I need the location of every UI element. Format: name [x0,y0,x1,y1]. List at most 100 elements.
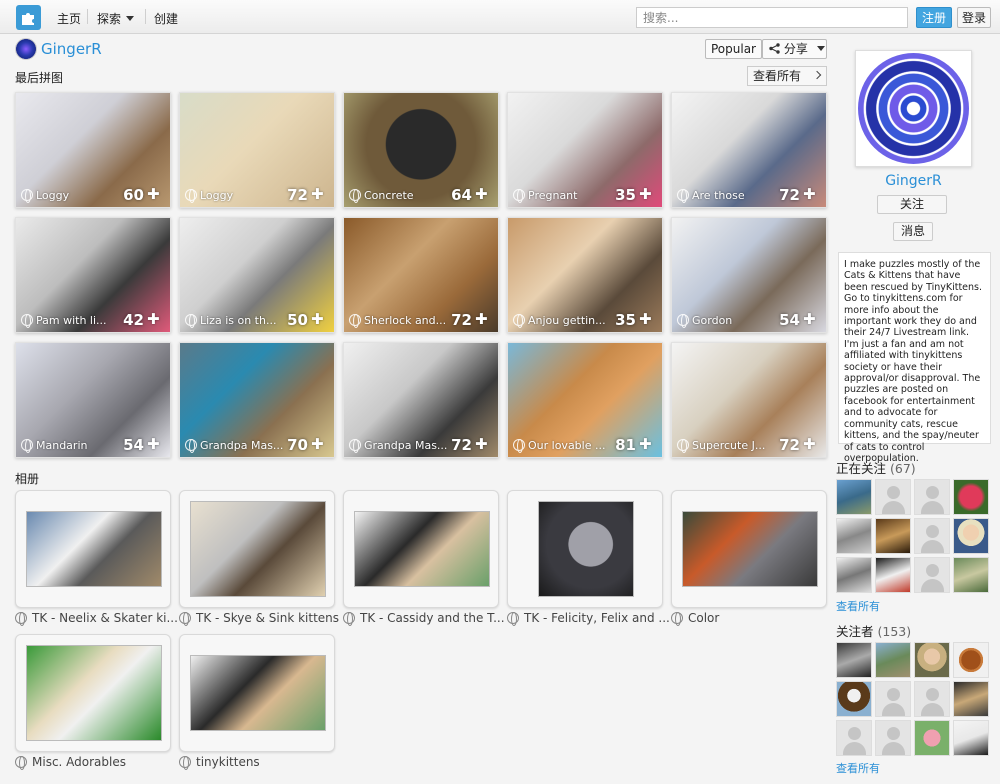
puzzle-tile[interactable]: Anjou gettin... 35 ✚ [507,217,663,333]
user-avatar[interactable] [953,720,989,756]
puzzle-tile[interactable]: Grandpa Mas... 72 ✚ [343,342,499,458]
album-label[interactable]: TK - Neelix & Skater ki... [15,611,178,626]
user-avatar[interactable] [875,479,911,515]
puzzle-piece-icon: ✚ [475,435,488,453]
album-label[interactable]: Color [671,611,719,626]
puzzle-tile[interactable]: Grandpa Mas... 70 ✚ [179,342,335,458]
followers-view-all-link[interactable]: 查看所有 [836,760,880,776]
puzzle-piece-icon: ✚ [311,310,324,328]
puzzle-title: Supercute J... [692,439,766,452]
puzzle-piece-icon: ✚ [639,310,652,328]
user-avatar[interactable] [836,720,872,756]
puzzle-title: Our lovable ... [528,439,606,452]
avatar[interactable] [15,38,37,60]
album-label[interactable]: TK - Cassidy and the T... [343,611,505,626]
user-avatar[interactable] [836,518,872,554]
album-card[interactable] [343,490,499,608]
puzzle-title: Are those [692,189,745,202]
puzzle-title: Sherlock and... [364,314,447,327]
puzzle-piece-icon: ✚ [311,435,324,453]
album-card[interactable] [507,490,663,608]
follow-button[interactable]: 关注 [877,195,947,214]
user-avatar[interactable] [953,557,989,593]
user-avatar[interactable] [953,518,989,554]
user-avatar[interactable] [953,642,989,678]
user-avatar[interactable] [953,681,989,717]
puzzle-piece-count: 54 [123,436,144,454]
user-avatar[interactable] [836,557,872,593]
puzzle-tile[interactable]: Gordon 54 ✚ [671,217,827,333]
user-avatar[interactable] [836,642,872,678]
puzzle-tile[interactable]: Pam with li... 42 ✚ [15,217,171,333]
user-avatar[interactable] [914,642,950,678]
puzzle-tile[interactable]: Concrete 64 ✚ [343,92,499,208]
puzzle-tile[interactable]: Liza is on th... 50 ✚ [179,217,335,333]
sidebar-username[interactable]: GingerR [855,173,972,189]
profile-username[interactable]: GingerR [41,40,102,58]
user-avatar[interactable] [953,479,989,515]
nav-explore-menu[interactable]: 探索 [97,10,135,27]
puzzle-tile[interactable]: Supercute J... 72 ✚ [671,342,827,458]
following-view-all-link[interactable]: 查看所有 [836,598,880,614]
albums-heading: 相册 [15,472,40,486]
share-label: 分享 [783,42,808,56]
globe-icon [185,439,197,453]
album-card[interactable] [671,490,827,608]
globe-icon [15,756,27,770]
album-label[interactable]: TK - Felicity, Felix and ... [507,611,670,626]
puzzle-tile[interactable]: Loggy 60 ✚ [15,92,171,208]
puzzle-piece-icon: ✚ [639,435,652,453]
user-avatar[interactable] [836,479,872,515]
user-avatar[interactable] [914,557,950,593]
login-button[interactable]: 登录 [957,7,991,28]
globe-icon [349,189,361,203]
album-label[interactable]: TK - Skye & Sink kittens [179,611,339,626]
view-all-puzzles-button[interactable]: 查看所有 [747,66,827,86]
jigsaw-logo-icon[interactable] [16,5,41,30]
nav-home-link[interactable]: 主页 [57,10,81,27]
album-card[interactable] [15,490,171,608]
globe-icon [349,439,361,453]
album-title: TK - Cassidy and the T... [360,611,505,625]
puzzle-piece-icon: ✚ [147,185,160,203]
album-cover-photo [26,645,162,741]
sort-popular-button[interactable]: Popular [705,39,762,59]
user-avatar[interactable] [875,518,911,554]
globe-icon [513,314,525,328]
nav-divider [145,9,146,24]
user-avatar[interactable] [914,479,950,515]
album-label[interactable]: Misc. Adorables [15,755,126,770]
message-button[interactable]: 消息 [893,222,933,241]
nav-create-link[interactable]: 创建 [154,10,178,27]
puzzle-tile[interactable]: Loggy 72 ✚ [179,92,335,208]
puzzle-title: Pregnant [528,189,578,202]
puzzle-piece-icon: ✚ [475,185,488,203]
puzzle-tile[interactable]: Pregnant 35 ✚ [507,92,663,208]
share-button[interactable]: 分享 [762,39,827,59]
user-avatar[interactable] [875,642,911,678]
album-card[interactable] [179,490,335,608]
search-input[interactable] [636,7,908,28]
register-button[interactable]: 注册 [916,7,952,28]
album-label[interactable]: tinykittens [179,755,260,770]
puzzle-tile[interactable]: Sherlock and... 72 ✚ [343,217,499,333]
album-card[interactable] [179,634,335,752]
puzzle-piece-count: 72 [451,311,472,329]
puzzle-tile[interactable]: Are those 72 ✚ [671,92,827,208]
puzzle-tile[interactable]: Our lovable ... 81 ✚ [507,342,663,458]
user-avatar[interactable] [914,681,950,717]
puzzle-piece-count: 35 [615,311,636,329]
globe-icon [15,612,27,626]
user-avatar[interactable] [875,557,911,593]
user-avatar[interactable] [875,720,911,756]
user-avatar[interactable] [836,681,872,717]
album-title: TK - Felicity, Felix and ... [524,611,670,625]
puzzle-tile[interactable]: Mandarin 54 ✚ [15,342,171,458]
profile-picture[interactable] [855,50,972,167]
album-card[interactable] [15,634,171,752]
puzzle-piece-icon: ✚ [803,310,816,328]
user-avatar[interactable] [914,518,950,554]
user-avatar[interactable] [914,720,950,756]
puzzle-piece-icon: ✚ [639,185,652,203]
user-avatar[interactable] [875,681,911,717]
